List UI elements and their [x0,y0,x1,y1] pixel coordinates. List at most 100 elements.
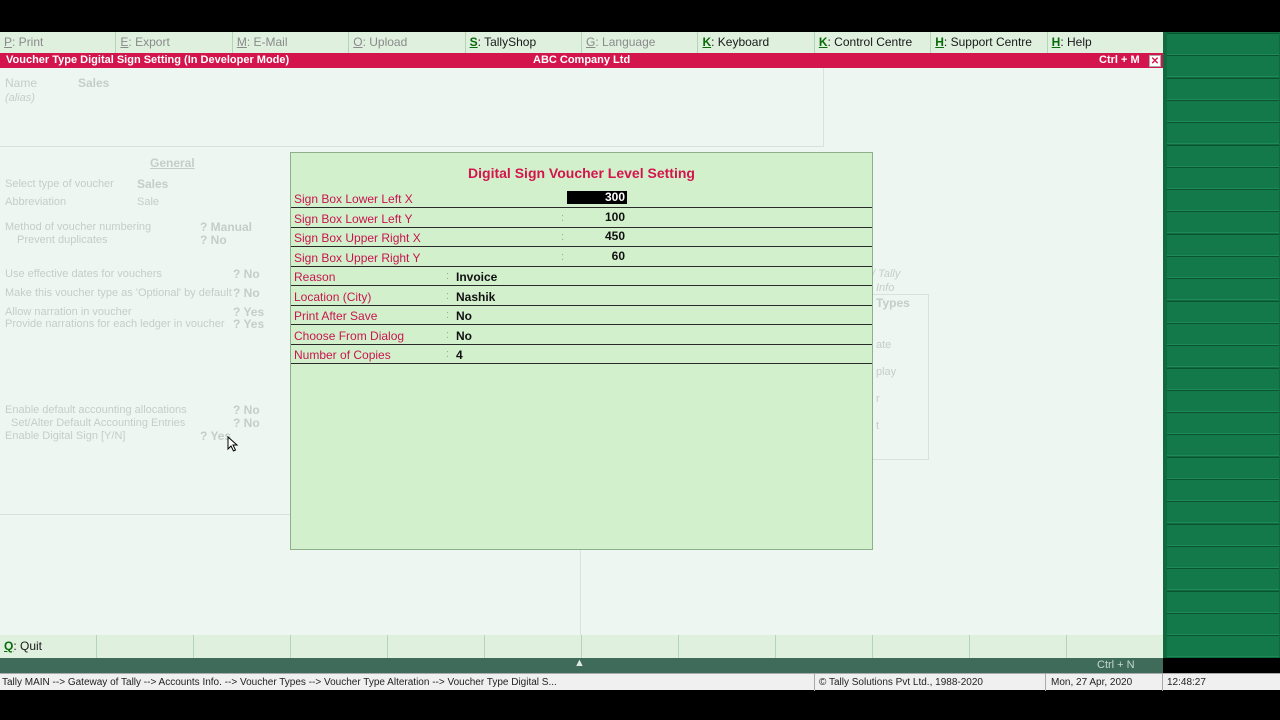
bottom-empty-button[interactable] [97,635,194,658]
side-empty-button[interactable] [1167,99,1279,122]
select-type-value: Sales [137,177,169,191]
quit-key: Q [4,639,14,653]
setting-label: Sign Box Upper Right Y [294,250,421,265]
divider [872,459,929,460]
toolbar-button-print[interactable]: P: Print [0,32,117,53]
side-empty-button[interactable] [1167,211,1279,234]
setting-row-location-city[interactable]: Location (City): Nashik [291,287,872,306]
toolbar-label: : Export [128,35,170,49]
voucher-type-form: Name Sales (alias) General Select type o… [0,68,1163,635]
setting-row-reason[interactable]: Reason: Invoice [291,267,872,286]
setting-value-field[interactable]: No [456,309,472,323]
bottom-empty-button[interactable] [873,635,970,658]
setting-value-field[interactable]: 100 [567,210,627,224]
setting-value-field[interactable]: Nashik [456,290,495,304]
side-empty-button[interactable] [1167,55,1279,78]
bottom-empty-button[interactable] [970,635,1067,658]
side-empty-button[interactable] [1167,568,1279,591]
setting-row-choose-from-dialog[interactable]: Choose From Dialog: No [291,326,872,345]
toolbar-button-help[interactable]: H: Help [1048,32,1163,53]
ctrl-m-shortcut[interactable]: Ctrl + M [1099,53,1140,68]
side-empty-button[interactable] [1167,523,1279,546]
setting-value-field[interactable]: 60 [567,249,627,263]
side-empty-button[interactable] [1167,77,1279,100]
side-empty-button[interactable] [1167,256,1279,278]
divider [814,674,815,691]
side-empty-button[interactable] [1167,389,1279,412]
side-empty-button[interactable] [1167,300,1279,323]
side-empty-button[interactable] [1167,166,1279,189]
set-alter-value: ? No [233,416,260,430]
toolbar-button-e-mail[interactable]: M: E-Mail [233,32,350,53]
toolbar-button-upload[interactable]: O: Upload [349,32,466,53]
toolbar-button-export[interactable]: E: Export [116,32,233,53]
bottom-empty-button[interactable] [291,635,388,658]
toolbar-button-language[interactable]: G: Language [582,32,699,53]
shortcut-key: K [702,35,712,49]
bottom-empty-button[interactable] [582,635,679,658]
bottom-empty-button[interactable] [776,635,873,658]
narr-ledger-label: Provide narrations for each ledger in vo… [5,318,225,330]
general-heading: General [150,156,195,170]
side-empty-button[interactable] [1167,345,1279,368]
ctrl-n-shortcut[interactable]: Ctrl + N [1097,659,1135,671]
side-empty-button[interactable] [1167,322,1279,345]
side-empty-button[interactable] [1167,456,1279,479]
quit-label: : Quit [13,639,43,653]
side-empty-button[interactable] [1167,501,1279,524]
setting-value-field[interactable]: No [456,329,472,343]
side-empty-button[interactable] [1167,612,1279,635]
setting-value-field[interactable]: 300 [567,191,627,204]
setting-row-sign-box-upper-right-x[interactable]: Sign Box Upper Right X:450 [291,228,872,247]
side-empty-button[interactable] [1167,479,1279,501]
setting-row-sign-box-lower-left-y[interactable]: Sign Box Lower Left Y:100 [291,209,872,228]
optional-value: ? No [233,286,260,300]
setting-value-field[interactable]: 450 [567,230,627,243]
shortcut-key: G [586,35,596,49]
toolbar-label: : Control Centre [827,35,913,49]
side-empty-button[interactable] [1167,367,1279,390]
setting-row-sign-box-lower-left-x[interactable]: Sign Box Lower Left X 300 [291,189,872,208]
close-icon[interactable]: ✕ [1149,55,1161,67]
setting-label: Number of Copies [294,348,391,362]
side-empty-button[interactable] [1167,33,1279,55]
shortcut-key: S [469,35,478,49]
toolbar-button-keyboard[interactable]: K: Keyboard [698,32,815,53]
dialog-title: Digital Sign Voucher Level Setting [468,165,695,181]
setting-label: Sign Box Lower Left Y [294,211,413,226]
toolbar-button-tallyshop[interactable]: S: TallyShop [466,32,583,53]
side-empty-button[interactable] [1167,122,1279,145]
setting-row-print-after-save[interactable]: Print After Save: No [291,306,872,325]
setting-value-field[interactable]: 4 [456,348,463,362]
field-separator: : [561,250,565,263]
bottom-empty-button[interactable] [194,635,291,658]
setting-value-field[interactable]: Invoice [456,270,497,284]
abbreviation-label: Abbreviation [5,196,67,208]
copyright: © Tally Solutions Pvt Ltd., 1988-2020 [819,677,983,688]
side-empty-button[interactable] [1167,434,1279,457]
side-empty-button[interactable] [1167,233,1279,256]
side-empty-button[interactable] [1167,144,1279,167]
right-ate-text: ate [876,339,892,351]
side-empty-button[interactable] [1167,189,1279,212]
bottom-empty-button[interactable] [679,635,776,658]
bottom-empty-button[interactable] [1067,635,1163,658]
bottom-empty-button[interactable] [388,635,485,658]
chevron-up-icon[interactable]: ▲ [574,657,585,669]
side-empty-button[interactable] [1167,412,1279,435]
side-empty-button[interactable] [1167,635,1279,658]
quit-button[interactable]: Q: Quit [0,635,97,658]
toolbar-button-control-centre[interactable]: K: Control Centre [815,32,932,53]
toolbar-button-support-centre[interactable]: H: Support Centre [931,32,1048,53]
side-empty-button[interactable] [1167,278,1279,301]
name-value: Sales [78,76,110,90]
setting-row-sign-box-upper-right-y[interactable]: Sign Box Upper Right Y:60 [291,248,872,267]
digital-sign-label: Enable Digital Sign [Y/N] [5,430,126,442]
setting-row-number-of-copies[interactable]: Number of Copies:4 [291,345,872,364]
side-empty-button[interactable] [1167,545,1279,568]
abbreviation-value: Sale [137,196,160,208]
divider [823,68,824,146]
bottom-empty-button[interactable] [485,635,582,658]
divider [872,294,929,295]
side-empty-button[interactable] [1167,590,1279,613]
